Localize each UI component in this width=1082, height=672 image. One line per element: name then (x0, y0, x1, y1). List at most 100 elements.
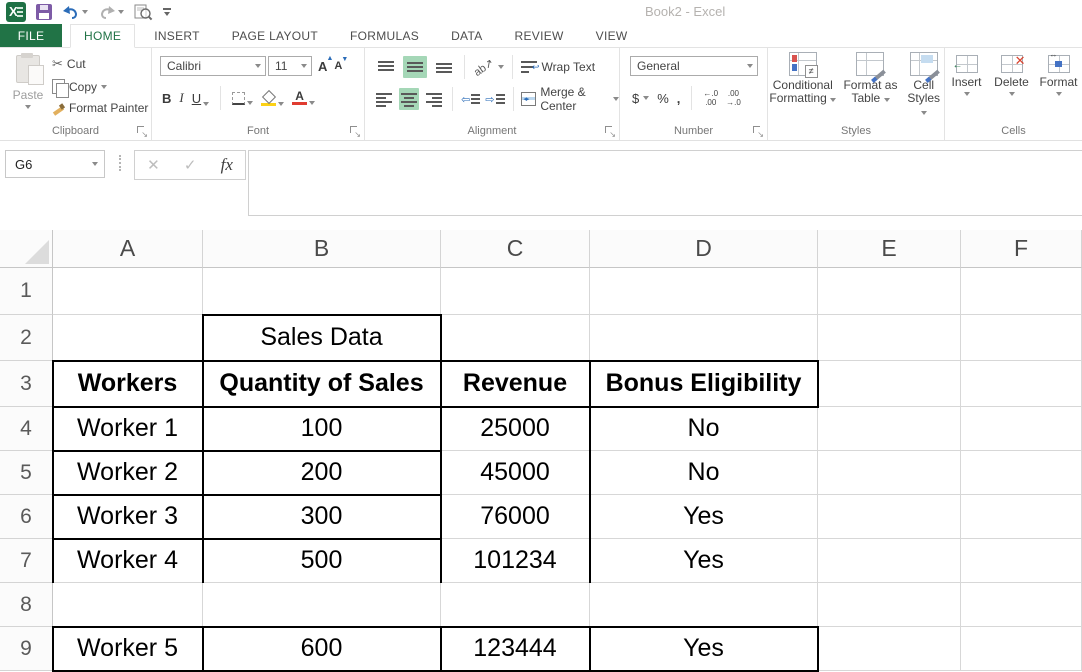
format-painter-button[interactable]: Format Painter (52, 101, 148, 115)
cell-F9[interactable] (961, 627, 1082, 671)
align-center-button[interactable] (399, 88, 419, 110)
cell-D5[interactable]: No (590, 451, 818, 495)
cell-B2[interactable]: Sales Data (203, 315, 441, 361)
cell-E4[interactable] (818, 407, 961, 451)
cell-C3[interactable]: Revenue (441, 361, 590, 407)
cell-B3[interactable]: Quantity of Sales (203, 361, 441, 407)
bold-button[interactable]: B (162, 91, 171, 106)
copy-button[interactable]: Copy (52, 79, 148, 94)
cell-C6[interactable]: 76000 (441, 495, 590, 539)
top-align-button[interactable] (374, 56, 398, 78)
row-header-8[interactable]: 8 (0, 583, 53, 627)
cell-C1[interactable] (441, 268, 590, 315)
redo-button[interactable] (98, 5, 124, 20)
middle-align-button[interactable] (403, 56, 427, 78)
tab-insert[interactable]: INSERT (141, 24, 213, 47)
cell-B5[interactable]: 200 (203, 451, 441, 495)
row-header-7[interactable]: 7 (0, 539, 53, 583)
number-dialog-launcher-icon[interactable] (753, 126, 763, 136)
wrap-text-button[interactable]: Wrap Text (521, 60, 595, 74)
cell-E8[interactable] (818, 583, 961, 627)
col-header-F[interactable]: F (961, 230, 1082, 268)
clipboard-dialog-launcher-icon[interactable] (137, 126, 147, 136)
name-box[interactable]: G6 (5, 150, 105, 178)
format-cells-button[interactable]: ↔ Format (1037, 52, 1081, 96)
cell-B8[interactable] (203, 583, 441, 627)
cell-D7[interactable]: Yes (590, 539, 818, 583)
row-header-1[interactable]: 1 (0, 268, 53, 315)
font-name-combobox[interactable]: Calibri (160, 56, 266, 76)
cell-E5[interactable] (818, 451, 961, 495)
cell-C7[interactable]: 101234 (441, 539, 590, 583)
cell-F6[interactable] (961, 495, 1082, 539)
cell-C2[interactable] (441, 315, 590, 361)
cell-F5[interactable] (961, 451, 1082, 495)
paste-button[interactable]: Paste (8, 53, 48, 127)
cell-A1[interactable] (53, 268, 203, 315)
insert-cells-button[interactable]: ← Insert (947, 52, 987, 96)
increase-decimal-button[interactable]: ←.0.00 (703, 89, 718, 107)
format-as-table-button[interactable]: Format as Table (842, 52, 900, 118)
col-header-A[interactable]: A (53, 230, 203, 268)
cell-A5[interactable]: Worker 2 (53, 451, 203, 495)
merge-center-button[interactable]: Merge & Center (521, 85, 619, 113)
cut-button[interactable]: ✂Cut (52, 56, 148, 72)
undo-button[interactable] (62, 5, 88, 20)
row-header-2[interactable]: 2 (0, 315, 53, 361)
fill-color-button[interactable] (261, 91, 284, 106)
row-header-3[interactable]: 3 (0, 361, 53, 407)
insert-function-button[interactable]: fx (221, 155, 233, 175)
borders-button[interactable] (232, 92, 253, 105)
cell-F8[interactable] (961, 583, 1082, 627)
col-header-E[interactable]: E (818, 230, 961, 268)
print-preview-button[interactable] (134, 4, 153, 21)
excel-logo-icon[interactable] (6, 2, 26, 22)
cell-A2[interactable] (53, 315, 203, 361)
cell-A4[interactable]: Worker 1 (53, 407, 203, 451)
cell-F4[interactable] (961, 407, 1082, 451)
row-header-4[interactable]: 4 (0, 407, 53, 451)
cell-B9[interactable]: 600 (203, 627, 441, 671)
cell-styles-button[interactable]: Cell Styles (903, 52, 944, 118)
font-color-button[interactable]: A (292, 91, 315, 105)
cell-E6[interactable] (818, 495, 961, 539)
cell-B6[interactable]: 300 (203, 495, 441, 539)
tab-home[interactable]: HOME (70, 24, 135, 48)
enter-button[interactable]: ✓ (184, 156, 197, 174)
italic-button[interactable]: I (179, 90, 183, 106)
row-header-9[interactable]: 9 (0, 627, 53, 671)
cell-E3[interactable] (818, 361, 961, 407)
underline-button[interactable]: U (192, 91, 209, 106)
cell-D8[interactable] (590, 583, 818, 627)
cell-E1[interactable] (818, 268, 961, 315)
decrease-indent-button[interactable]: ⇦ (461, 93, 480, 106)
cell-D2[interactable] (590, 315, 818, 361)
customize-quick-access-button[interactable] (163, 8, 171, 16)
tab-review[interactable]: REVIEW (502, 24, 577, 47)
tab-view[interactable]: VIEW (583, 24, 641, 47)
increase-font-size-button[interactable]: A▲ (318, 59, 332, 74)
font-dialog-launcher-icon[interactable] (350, 126, 360, 136)
tab-data[interactable]: DATA (438, 24, 495, 47)
cell-B1[interactable] (203, 268, 441, 315)
cell-D6[interactable]: Yes (590, 495, 818, 539)
col-header-C[interactable]: C (441, 230, 590, 268)
formula-input[interactable] (248, 150, 1082, 216)
comma-style-button[interactable]: , (677, 91, 681, 106)
delete-cells-button[interactable]: ✕ Delete (991, 52, 1033, 96)
col-header-B[interactable]: B (203, 230, 441, 268)
percent-style-button[interactable]: % (657, 91, 669, 106)
cell-D9[interactable]: Yes (590, 627, 818, 671)
increase-indent-button[interactable]: ⇨ (485, 93, 504, 106)
cell-D3[interactable]: Bonus Eligibility (590, 361, 818, 407)
cell-A9[interactable]: Worker 5 (53, 627, 203, 671)
bottom-align-button[interactable] (432, 56, 456, 78)
decrease-decimal-button[interactable]: .00→.0 (726, 89, 741, 107)
cell-F2[interactable] (961, 315, 1082, 361)
cell-C4[interactable]: 25000 (441, 407, 590, 451)
tab-formulas[interactable]: FORMULAS (337, 24, 432, 47)
tab-page-layout[interactable]: PAGE LAYOUT (219, 24, 331, 47)
cell-A8[interactable] (53, 583, 203, 627)
cell-E7[interactable] (818, 539, 961, 583)
cell-D1[interactable] (590, 268, 818, 315)
